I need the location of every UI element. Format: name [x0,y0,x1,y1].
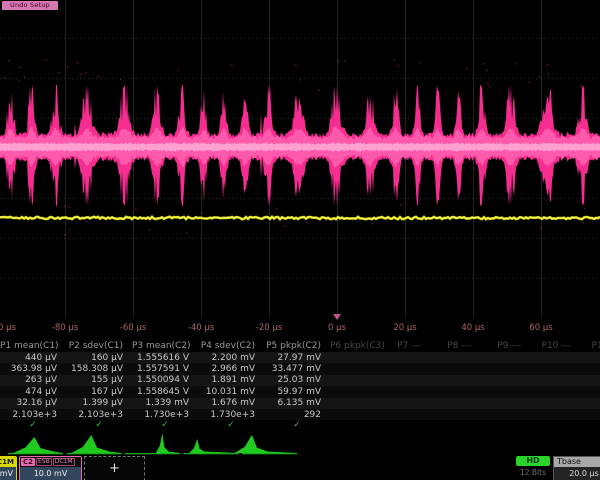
hd-badge: HD [516,456,550,466]
graticule [0,0,600,318]
measure-header-p8[interactable]: P8 --- [430,341,480,351]
measure-row-max: 474 µV167 µV1.558645 V10.031 mV59.97 mV [0,386,600,397]
channel-c2-tag-coupling: DC1M [53,458,75,466]
status-ok-icon: ✓ [227,420,235,430]
measure-cell: 2.966 mV [198,364,264,374]
measure-row-num: 2.103e+32.103e+31.730e+31.730e+3292 [0,409,600,420]
measure-cell: 33.477 mV [264,364,330,374]
measure-cell: 10.031 mV [198,387,264,397]
measure-cell: 1.730e+3 [198,410,264,420]
measure-header-p2[interactable]: P2 sdev(C1) [66,341,132,351]
status-ok-icon: ✓ [95,420,103,430]
measure-row-value: 440 µV160 µV1.555616 V2.200 mV27.97 mV [0,352,600,363]
measure-cell: 2.200 mV [198,353,264,363]
measure-cell: 27.97 mV [264,353,330,363]
measure-row-mean: 363.98 µV158.308 µV1.557591 V2.966 mV33.… [0,363,600,374]
measure-row-sdev: 32.16 µV1.399 µV1.339 mV1.676 mV6.135 mV [0,398,600,409]
measurement-table: P1 mean(C1)P2 sdev(C1)P3 mean(C2)P4 sdev… [0,340,600,430]
measure-cell: 1.339 mV [132,398,198,408]
measure-header-p6[interactable]: P6 pkpk(C3) [330,341,380,351]
timebase-value: 20.0 µs [554,467,600,480]
measure-cell: 1.550094 V [132,375,198,385]
hd-bits-label: 12 Bits [516,468,550,477]
channel-c2-tag-esb: ESB [36,458,52,466]
measure-header-p9[interactable]: P9 --- [480,341,530,351]
measure-cell: 292 [264,410,330,420]
time-axis: -100 µs -80 µs -60 µs -40 µs -20 µs 0 µs 20 µs… [0,318,600,340]
time-tick-label: -40 µs [188,323,214,333]
add-trace-button[interactable]: + [84,456,145,480]
channel-c1-descriptor[interactable]: C1 DC1M 20.0 mV [0,456,17,480]
measure-cell: 1.676 mV [198,398,264,408]
time-tick-label: -60 µs [120,323,146,333]
status-ok-icon: ✓ [29,420,37,430]
measure-cell: 363.98 µV [0,364,66,374]
measure-cell: 1.557591 V [132,364,198,374]
measure-cell: 32.16 µV [0,398,66,408]
measure-cell: 1.730e+3 [132,410,198,420]
measure-cell: 160 µV [66,353,132,363]
time-tick-label: -80 µs [52,323,78,333]
measure-cell: 158.308 µV [66,364,132,374]
status-ok-icon: ✓ [293,420,301,430]
measure-cell: 1.891 mV [198,375,264,385]
measure-cell: 59.97 mV [264,387,330,397]
channel-c1-vdiv: 20.0 mV [0,467,16,480]
oscilloscope-screen: Undo Setup -100 µs-80 µs-60 µs-40 µs-20 … [0,0,600,480]
time-tick-label: 40 µs [461,323,484,333]
measure-cell: 2.103e+3 [0,410,66,420]
waveform-traces [0,0,600,318]
channel-c2-descriptor[interactable]: C2 ESB DC1M 10.0 mV [19,456,82,480]
hd-mode-indicator[interactable]: HD 12 Bits [516,456,550,477]
measure-cell: 474 µV [0,387,66,397]
channel-c2-title: C2 ESB DC1M [20,457,81,467]
channel-c1-title: C1 DC1M [0,457,16,467]
measure-header-p3[interactable]: P3 mean(C2) [132,341,198,351]
measure-cell: 1.399 µV [66,398,132,408]
measure-cell: 25.03 mV [264,375,330,385]
timebase-descriptor[interactable]: Tbase 20.0 µs [553,456,600,480]
timebase-label: Tbase [554,457,600,467]
measure-header-p10[interactable]: P10 --- [530,341,580,351]
measure-cell: 155 µV [66,375,132,385]
descriptor-bar: C1 DC1M 20.0 mV C2 ESB DC1M 10.0 mV + HD… [0,456,600,480]
measure-header-p11[interactable]: P11 --- [580,341,600,351]
measure-cell: 6.135 mV [264,398,330,408]
time-tick-label: -100 µs [0,323,16,333]
measure-header-p7[interactable]: P7 --- [380,341,430,351]
time-tick-label: 60 µs [529,323,552,333]
measure-cell: 263 µV [0,375,66,385]
time-tick-label: 0 µs [328,323,346,333]
time-tick-label: 20 µs [393,323,416,333]
status-ok-icon: ✓ [161,420,169,430]
measure-cell: 2.103e+3 [66,410,132,420]
channel-c2-label: C2 [21,458,35,466]
time-tick-label: -20 µs [256,323,282,333]
measure-cell: 1.555616 V [132,353,198,363]
measure-row-min: 263 µV155 µV1.550094 V1.891 mV25.03 mV [0,375,600,386]
measure-cell: 167 µV [66,387,132,397]
measure-header-p1[interactable]: P1 mean(C1) [0,341,66,351]
measure-cell: 1.558645 V [132,387,198,397]
trigger-position-marker[interactable] [333,314,341,320]
channel-c2-vdiv: 10.0 mV [20,467,81,480]
histogram-strip [0,430,600,456]
channel-c1-coupling: DC1M [0,457,14,467]
measure-cell: 440 µV [0,353,66,363]
measure-header-p4[interactable]: P4 sdev(C2) [198,341,264,351]
measure-header-p5[interactable]: P5 pkpk(C2) [264,341,330,351]
measurement-histicons [0,430,600,456]
